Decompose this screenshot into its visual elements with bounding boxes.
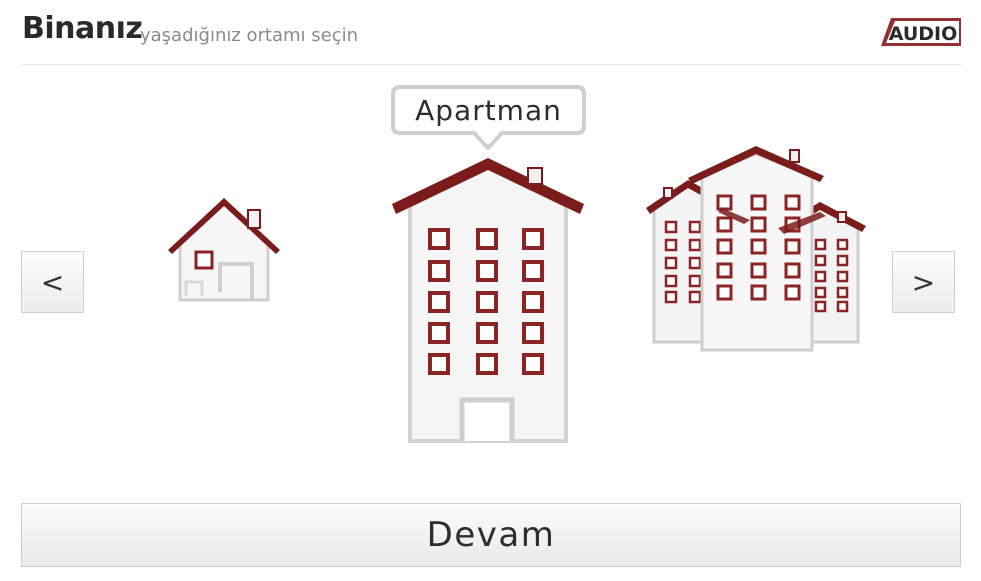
audio-logo-text: AUDIO [889, 23, 958, 45]
continue-button[interactable]: Devam [21, 503, 961, 567]
page-header: Binanız yaşadığınız ortamı seçin AUDIO [22, 0, 961, 65]
house-option[interactable] [160, 192, 290, 304]
page-title: Binanız [22, 11, 143, 46]
selected-option-bubble: Apartman [390, 84, 587, 153]
next-button[interactable]: > [892, 251, 955, 313]
audio-logo: AUDIO [881, 18, 961, 46]
page-subtitle: yaşadığınız ortamı seçin [140, 25, 359, 46]
selected-option-label: Apartman [415, 93, 562, 127]
apartment-option[interactable] [388, 156, 588, 446]
complex-option[interactable] [640, 142, 870, 354]
previous-button[interactable]: < [21, 251, 84, 313]
